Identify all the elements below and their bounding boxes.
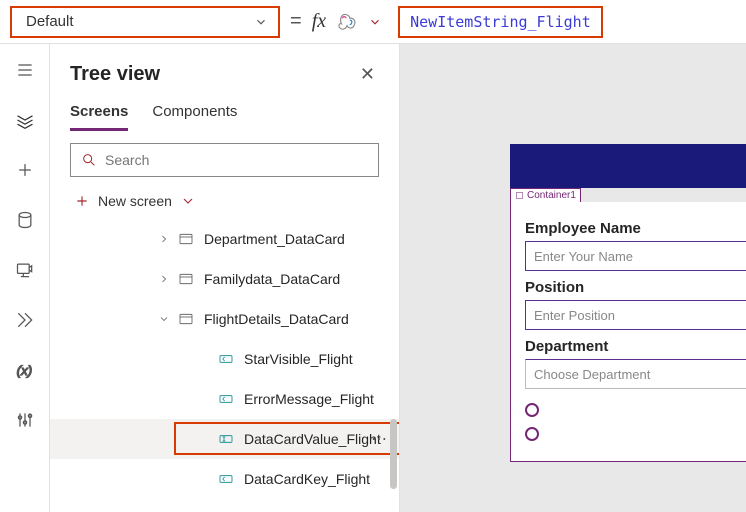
app-header-bar: [510, 144, 746, 188]
canvas[interactable]: Container1 Employee Name Enter Your Name…: [400, 44, 746, 512]
tree-node-label: Department_DataCard: [204, 231, 345, 247]
svg-text:(x): (x): [16, 363, 32, 378]
label-icon: [218, 471, 234, 487]
plus-icon: [74, 193, 90, 209]
tree-node-label: FlightDetails_DataCard: [204, 311, 349, 327]
new-screen-label: New screen: [98, 193, 172, 209]
chevron-down-icon: [254, 15, 268, 29]
tree-list: Department_DataCard Familydata_DataCard …: [50, 219, 399, 512]
radio-option[interactable]: [525, 427, 539, 441]
label-icon: [218, 391, 234, 407]
input-position[interactable]: Enter Position: [525, 300, 746, 330]
field-label-department: Department: [525, 338, 746, 355]
property-dropdown-label: Default: [26, 13, 74, 30]
rail-media[interactable]: [13, 258, 37, 282]
rail-tools[interactable]: [13, 408, 37, 432]
tree-view-title: Tree view: [70, 63, 160, 86]
rail-hamburger[interactable]: [13, 58, 37, 82]
form-container[interactable]: Employee Name Enter Your Name Position E…: [510, 202, 746, 462]
chevron-down-icon: [180, 193, 196, 209]
tree-node-datacardkey[interactable]: DataCardKey_Flight: [50, 459, 399, 499]
tab-components[interactable]: Components: [152, 103, 237, 131]
search-icon: [81, 152, 97, 168]
rail-insert[interactable]: [13, 158, 37, 182]
fx-label: fx: [312, 10, 326, 33]
rail-power-automate[interactable]: [13, 308, 37, 332]
search-field[interactable]: [105, 152, 368, 168]
input-employee-name[interactable]: Enter Your Name: [525, 241, 746, 271]
container-icon: [515, 191, 524, 200]
tree-node-starvisible[interactable]: StarVisible_Flight: [50, 339, 399, 379]
tree-node-department-datacard[interactable]: Department_DataCard: [50, 219, 399, 259]
chevron-right-icon: [158, 233, 170, 245]
copilot-icon[interactable]: [336, 11, 358, 33]
tree-node-label: Familydata_DataCard: [204, 271, 340, 287]
tree-node-label: ErrorMessage_Flight: [244, 391, 374, 407]
left-rail: (x): [0, 44, 50, 512]
label-icon: [218, 351, 234, 367]
tree-node-errormessage[interactable]: ErrorMessage_Flight: [50, 379, 399, 419]
textinput-icon: [218, 431, 234, 447]
rail-tree-view[interactable]: [13, 108, 37, 132]
card-icon: [178, 311, 194, 327]
property-dropdown[interactable]: Default: [10, 6, 280, 38]
search-input[interactable]: [70, 143, 379, 177]
tree-node-familydata-datacard[interactable]: Familydata_DataCard: [50, 259, 399, 299]
chevron-down-icon[interactable]: [368, 15, 382, 29]
field-label-employee: Employee Name: [525, 220, 746, 237]
radio-group[interactable]: [525, 403, 746, 441]
rail-data[interactable]: [13, 208, 37, 232]
equals-sign: =: [290, 10, 302, 33]
scrollbar[interactable]: [390, 419, 397, 489]
container-label-text: Container1: [527, 190, 576, 201]
card-icon: [178, 231, 194, 247]
card-icon: [178, 271, 194, 287]
formula-input[interactable]: NewItemString_Flight: [398, 6, 603, 38]
chevron-down-icon: [158, 313, 170, 325]
more-icon[interactable]: ⋯: [371, 429, 389, 449]
close-icon[interactable]: ✕: [356, 60, 379, 89]
formula-text: NewItemString_Flight: [410, 13, 591, 31]
tree-node-flightdetails-datacard[interactable]: FlightDetails_DataCard: [50, 299, 399, 339]
tree-node-label: StarVisible_Flight: [244, 351, 353, 367]
chevron-right-icon: [158, 273, 170, 285]
rail-variables[interactable]: (x): [13, 358, 37, 382]
tree-node-label: DataCardKey_Flight: [244, 471, 370, 487]
field-label-position: Position: [525, 279, 746, 296]
tree-node-datacardvalue[interactable]: DataCardValue_Flight ⋯: [50, 419, 399, 459]
container-selection-label[interactable]: Container1: [510, 188, 581, 203]
new-screen-button[interactable]: New screen: [50, 187, 399, 219]
tree-node-label: DataCardValue_Flight: [244, 431, 381, 447]
tab-screens[interactable]: Screens: [70, 103, 128, 131]
input-department[interactable]: Choose Department: [525, 359, 746, 389]
tree-view-panel: Tree view ✕ Screens Components New scree…: [50, 44, 400, 512]
radio-option[interactable]: [525, 403, 539, 417]
